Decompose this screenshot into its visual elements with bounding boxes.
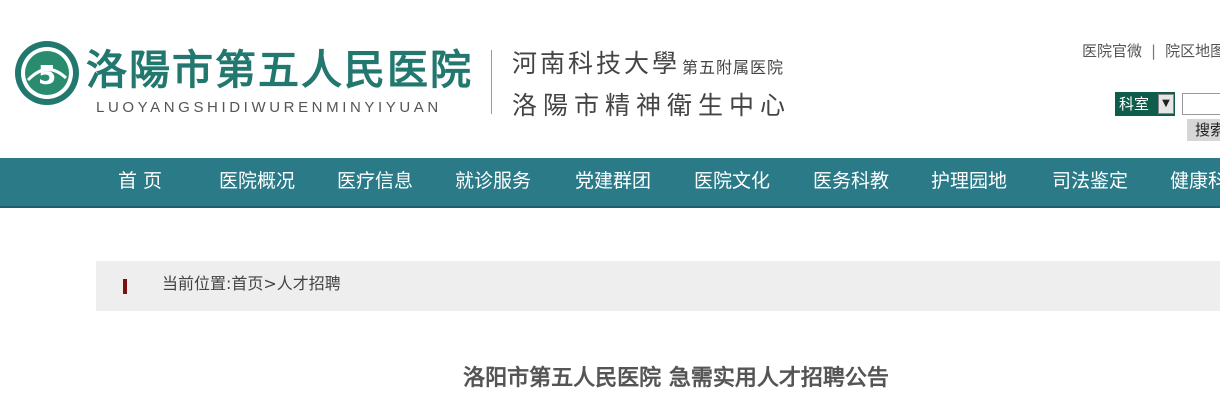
nav-item-party[interactable]: 党建群团 <box>575 158 651 206</box>
dept-select[interactable]: 科室 ▼ <box>1115 92 1175 116</box>
breadcrumb-marker-icon <box>123 279 127 294</box>
search-button[interactable]: 搜索 <box>1187 119 1220 141</box>
breadcrumb-label: 当前位置:首页>人才招聘 <box>162 274 341 293</box>
nav-item-overview[interactable]: 医院概况 <box>219 158 295 206</box>
search-input[interactable] <box>1182 93 1220 115</box>
site-header: 5 洛陽市第五人民医院 LUOYANGSHIDIWURENMINYIYUAN 河… <box>0 0 1220 158</box>
chevron-down-icon[interactable]: ▼ <box>1158 94 1174 114</box>
main-nav: 首 页 医院概况 医疗信息 就诊服务 党建群团 医院文化 医务科教 护理园地 司… <box>0 158 1220 208</box>
affiliation-hospital: 第五附属医院 <box>682 58 785 77</box>
nav-item-education[interactable]: 医务科教 <box>813 158 889 206</box>
top-link-wechat[interactable]: 医院官微 <box>1082 42 1142 60</box>
logo-divider <box>491 50 492 114</box>
nav-item-medical-info[interactable]: 医疗信息 <box>337 158 413 206</box>
nav-item-forensic[interactable]: 司法鉴定 <box>1052 158 1128 206</box>
nav-item-nursing[interactable]: 护理园地 <box>931 158 1007 206</box>
affiliation-university: 河南科技大學 <box>512 49 681 78</box>
nav-item-patient-services[interactable]: 就诊服务 <box>455 158 531 206</box>
affiliation-center: 洛陽市精神衛生中心 <box>512 91 792 120</box>
top-link-campus-map[interactable]: 院区地图 <box>1165 42 1220 60</box>
hospital-name: 洛陽市第五人民医院 <box>86 46 473 94</box>
page-title: 洛阳市第五人民医院 急需实用人才招聘公告 <box>463 366 889 391</box>
nav-item-health[interactable]: 健康科普 <box>1170 158 1220 206</box>
nav-item-culture[interactable]: 医院文化 <box>694 158 770 206</box>
breadcrumb: 当前位置:首页>人才招聘 <box>96 261 1220 311</box>
dept-select-value: 科室 <box>1119 95 1150 113</box>
top-link-separator: | <box>1151 42 1157 60</box>
emblem-number: 5 <box>38 61 56 91</box>
hospital-emblem-icon[interactable]: 5 <box>14 40 80 106</box>
top-links: 医院官微 | 院区地图 <box>1082 40 1220 61</box>
nav-item-home[interactable]: 首 页 <box>118 158 162 206</box>
hospital-pinyin: LUOYANGSHIDIWURENMINYIYUAN <box>96 99 442 116</box>
